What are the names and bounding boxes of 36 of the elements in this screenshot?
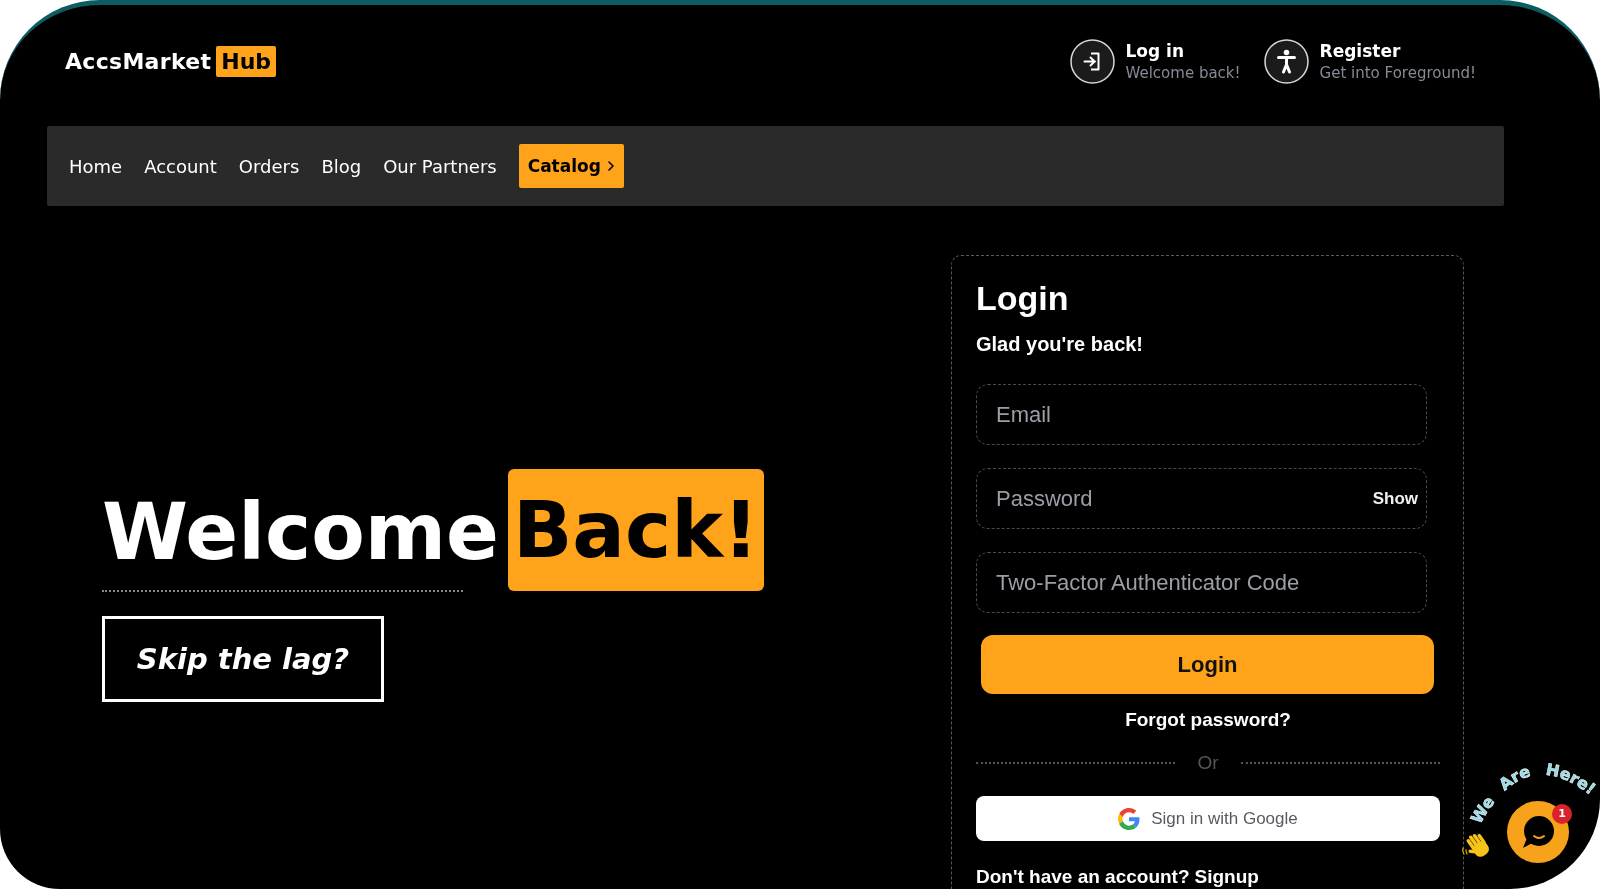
nav-link[interactable]: Our Partners: [383, 155, 497, 177]
nav-link[interactable]: Home: [69, 155, 123, 177]
email-field[interactable]: Email: [976, 384, 1427, 445]
waving-hand-icon: [1461, 831, 1491, 859]
chat-button[interactable]: [1506, 800, 1570, 864]
register-link[interactable]: Register: [1319, 39, 1401, 62]
chevron-right-icon: [607, 161, 614, 171]
login-button[interactable]: Login: [981, 635, 1434, 694]
person-icon[interactable]: [1263, 39, 1309, 84]
forgot-password-link[interactable]: Forgot password?: [1125, 708, 1291, 731]
signup-link[interactable]: Signup: [1194, 865, 1259, 888]
nav-link[interactable]: Account: [144, 155, 217, 177]
login-icon[interactable]: [1069, 39, 1115, 84]
nav-link[interactable]: Orders: [238, 155, 300, 177]
logo-text: AccsMarket: [65, 49, 212, 74]
login-title: Login: [976, 278, 1069, 319]
login-link[interactable]: Log in: [1125, 39, 1185, 62]
hero-title: Welcome: [102, 493, 499, 571]
chat-tagline: We: [1467, 792, 1499, 827]
code-field[interactable]: Two-Factor Authenticator Code: [976, 552, 1427, 613]
chat-bubble-icon: [1506, 800, 1570, 864]
register-subtitle: Get into Foreground!: [1319, 62, 1476, 84]
login-subtitle: Welcome back!: [1125, 62, 1241, 84]
login-subtitle: Glad you're back!: [976, 332, 1144, 356]
catalog-button[interactable]: Catalog: [518, 144, 624, 188]
chat-tagline: Are: [1495, 761, 1533, 795]
google-g-icon: [1118, 807, 1141, 830]
notification-count: 1: [1552, 804, 1572, 824]
hero-highlight: Back!: [507, 469, 764, 591]
skip-button[interactable]: Skip the lag?: [102, 616, 384, 702]
signup-prompt: Don't have an account?: [976, 865, 1190, 888]
google-signin-button[interactable]: Sign in with Google: [976, 796, 1440, 841]
logo-highlight: Hub: [216, 46, 277, 77]
divider-label: Or: [1197, 752, 1219, 774]
show-password-button[interactable]: Show: [1372, 488, 1418, 509]
nav-link[interactable]: Blog: [321, 155, 362, 177]
